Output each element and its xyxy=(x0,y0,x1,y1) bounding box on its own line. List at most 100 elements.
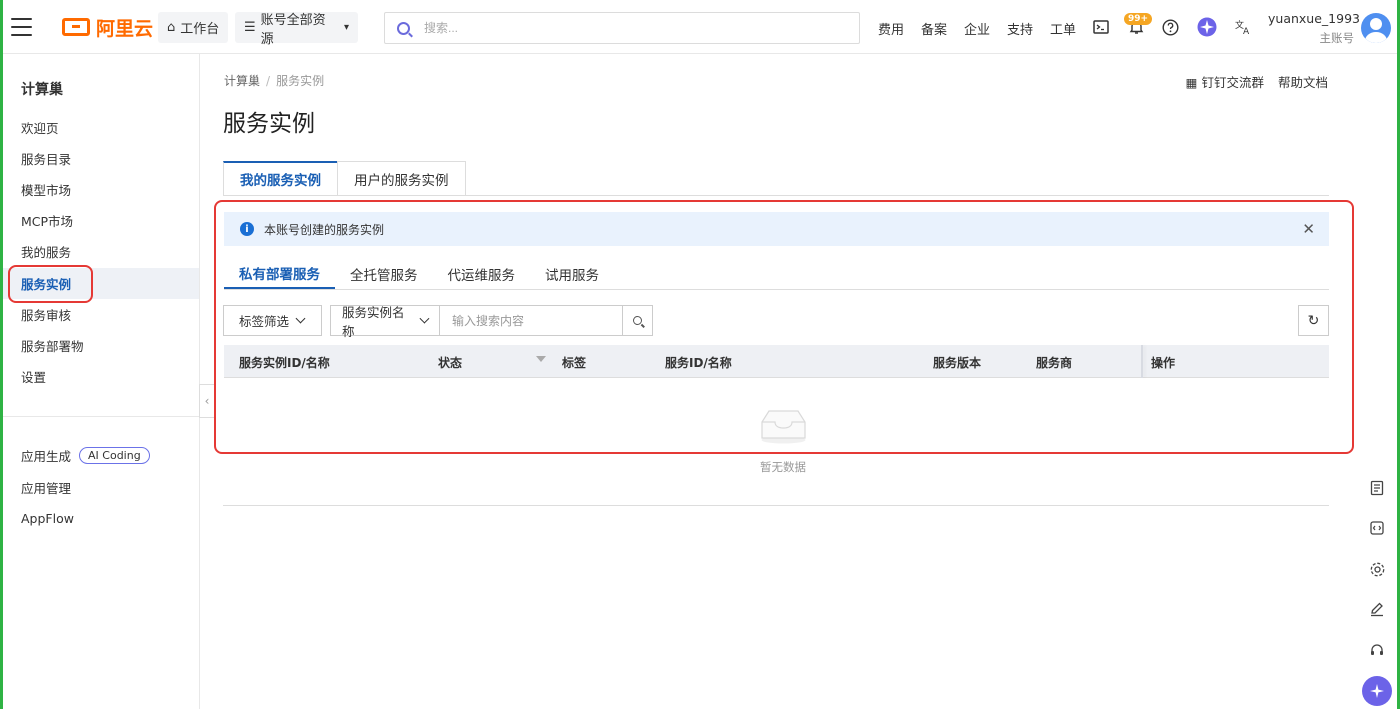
nav-support[interactable]: 支持 xyxy=(1007,19,1033,38)
col-version: 服务版本 xyxy=(933,356,982,370)
tab-managed-ops[interactable]: 代运维服务 xyxy=(433,259,531,289)
search-icon xyxy=(633,316,642,325)
document-icon[interactable] xyxy=(1362,473,1392,503)
col-status: 状态 xyxy=(438,356,463,370)
sidebar-item-label: 应用生成 xyxy=(21,449,72,464)
fixed-column-divider xyxy=(1141,345,1143,378)
menu-icon[interactable] xyxy=(11,18,32,36)
info-notice: i 本账号创建的服务实例 ✕ xyxy=(224,212,1329,246)
refresh-button[interactable]: ↻ xyxy=(1298,305,1329,336)
sidebar-item-model-market[interactable]: 模型市场 xyxy=(0,174,199,205)
refresh-icon: ↻ xyxy=(1307,312,1320,329)
tab-user-instances[interactable]: 用户的服务实例 xyxy=(337,161,466,196)
field-select[interactable]: 服务实例名称 xyxy=(330,305,440,339)
ai-coding-tag: AI Coding xyxy=(79,447,150,464)
language-icon[interactable]: 文A xyxy=(1234,17,1254,37)
tag-filter-label: 标签筛选 xyxy=(239,314,290,329)
empty-inbox-icon xyxy=(761,410,806,444)
help-icon[interactable] xyxy=(1160,17,1180,37)
qr-icon: ▦ xyxy=(1185,75,1202,90)
nav-enterprise[interactable]: 企业 xyxy=(964,19,990,38)
notification-badge: 99+ xyxy=(1124,13,1153,25)
tab-private-deploy[interactable]: 私有部署服务 xyxy=(224,259,335,289)
workbench-button[interactable]: ⌂ 工作台 xyxy=(158,12,229,43)
tab-fully-managed[interactable]: 全托管服务 xyxy=(335,259,433,289)
sidebar-item-appflow[interactable]: AppFlow xyxy=(0,503,199,534)
chevron-down-icon xyxy=(419,313,430,324)
global-search[interactable] xyxy=(384,12,860,44)
nav-ticket[interactable]: 工单 xyxy=(1050,19,1076,38)
aliyun-logo-icon xyxy=(62,18,90,36)
workbench-label: 工作台 xyxy=(180,22,220,37)
user-info[interactable]: yuanxue_1993 主账号 xyxy=(1268,11,1360,46)
help-docs-link[interactable]: 帮助文档 xyxy=(1278,72,1328,91)
dingtalk-link[interactable]: ▦ 钉钉交流群 xyxy=(1186,72,1264,91)
sidebar-item-artifacts[interactable]: 服务部署物 xyxy=(0,330,199,361)
field-select-label: 服务实例名称 xyxy=(342,304,405,339)
table-header: 服务实例ID/名称 状态 标签 服务ID/名称 服务版本 服务商 操作 xyxy=(224,345,1329,378)
sidebar-item-app-generate[interactable]: 应用生成 AI Coding xyxy=(0,440,199,471)
sidebar-item-my-services[interactable]: 我的服务 xyxy=(0,236,199,267)
terminal-icon[interactable] xyxy=(1091,17,1111,37)
close-icon[interactable]: ✕ xyxy=(1302,220,1315,238)
code-icon[interactable] xyxy=(1362,513,1392,543)
sidebar-item-service-review[interactable]: 服务审核 xyxy=(0,299,199,330)
dingtalk-label: 钉钉交流群 xyxy=(1201,75,1264,90)
logo-text: 阿里云 xyxy=(96,17,154,40)
sidebar-item-mcp-market[interactable]: MCP市场 xyxy=(0,205,199,236)
user-name: yuanxue_1993 xyxy=(1268,11,1360,26)
stack-icon: ☰ xyxy=(244,20,256,35)
edit-icon[interactable] xyxy=(1362,594,1392,624)
keyword-input[interactable] xyxy=(452,313,612,328)
search-input[interactable] xyxy=(424,21,824,35)
chevron-left-icon: ‹ xyxy=(204,394,210,408)
main-tabs: 我的服务实例 用户的服务实例 xyxy=(223,161,466,196)
resource-selector[interactable]: ☰ 账号全部资源 ▾ xyxy=(235,12,358,47)
user-role: 主账号 xyxy=(1319,31,1355,45)
breadcrumb-current: 服务实例 xyxy=(276,74,325,88)
empty-text: 暂无数据 xyxy=(760,460,806,474)
sidebar-item-catalog[interactable]: 服务目录 xyxy=(0,143,199,174)
info-icon: i xyxy=(240,222,254,236)
tab-trial[interactable]: 试用服务 xyxy=(530,259,614,289)
nav-billing[interactable]: 费用 xyxy=(878,19,904,38)
col-provider: 服务商 xyxy=(1036,356,1073,370)
sidebar-item-settings[interactable]: 设置 xyxy=(0,361,199,392)
tab-my-instances[interactable]: 我的服务实例 xyxy=(223,161,338,196)
col-actions: 操作 xyxy=(1151,356,1176,370)
page-title: 服务实例 xyxy=(223,111,315,137)
avatar[interactable] xyxy=(1361,13,1391,43)
col-service-id: 服务ID/名称 xyxy=(665,356,732,370)
chevron-down-icon xyxy=(295,313,306,324)
aliyun-logo[interactable]: 阿里云 xyxy=(62,15,154,40)
assistant-star-icon[interactable] xyxy=(1362,676,1392,706)
sidebar-item-welcome[interactable]: 欢迎页 xyxy=(0,112,199,143)
filter-icon[interactable] xyxy=(536,356,546,362)
nav-icp[interactable]: 备案 xyxy=(921,19,947,38)
search-icon xyxy=(397,21,410,35)
search-button[interactable] xyxy=(623,305,653,336)
sidebar-item-app-manage[interactable]: 应用管理 xyxy=(0,472,199,503)
notice-text: 本账号创建的服务实例 xyxy=(264,222,385,237)
sidebar-divider xyxy=(0,416,199,417)
sidebar-collapse-button[interactable]: ‹ xyxy=(199,384,215,418)
chevron-down-icon: ▾ xyxy=(343,22,349,33)
tabs-divider xyxy=(223,195,1329,196)
sub-tabs: 私有部署服务 全托管服务 代运维服务 试用服务 xyxy=(224,259,1329,290)
breadcrumb: 计算巢 / 服务实例 xyxy=(224,74,325,88)
col-tags: 标签 xyxy=(562,356,587,370)
tag-filter-select[interactable]: 标签筛选 xyxy=(223,305,322,336)
home-icon: ⌂ xyxy=(167,20,176,35)
breadcrumb-root[interactable]: 计算巢 xyxy=(224,74,260,88)
keyword-field[interactable] xyxy=(440,305,623,336)
svg-text:A: A xyxy=(1243,27,1250,35)
table-bottom-divider xyxy=(223,505,1329,506)
sidebar-item-service-instances[interactable]: 服务实例 xyxy=(0,268,199,299)
settings-icon[interactable] xyxy=(1362,554,1392,584)
resource-label: 账号全部资源 xyxy=(260,12,326,47)
filter-bar: 标签筛选 服务实例名称 xyxy=(223,305,653,339)
sidebar-title: 计算巢 xyxy=(21,82,63,98)
headset-icon[interactable] xyxy=(1362,635,1392,665)
sidebar: 计算巢 欢迎页 服务目录 模型市场 MCP市场 我的服务 服务实例 服务审核 服… xyxy=(0,54,200,709)
assistant-star-icon[interactable] xyxy=(1197,17,1217,37)
